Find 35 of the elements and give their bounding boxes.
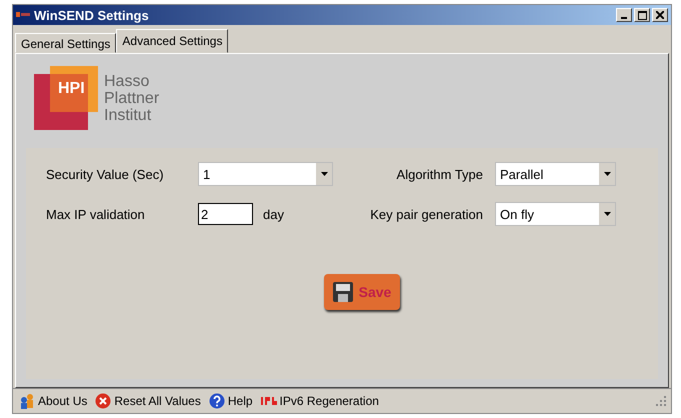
app-icon: [16, 11, 30, 19]
field-label: Key pair generation: [370, 206, 483, 222]
logo-text: Hasso: [104, 72, 150, 90]
dropdown[interactable]: 1: [198, 162, 333, 186]
field-label: Algorithm Type: [396, 166, 483, 182]
network-badge-icon: [260, 396, 277, 406]
close-button[interactable]: [652, 8, 668, 22]
tab[interactable]: Advanced Settings: [116, 29, 228, 53]
status-link[interactable]: Reset All Values: [93, 393, 203, 409]
dropdown-arrow-icon: [604, 212, 610, 216]
field-label: Security Value (Sec): [46, 166, 165, 182]
close-circle-icon: [95, 393, 112, 409]
people-icon: [19, 393, 35, 409]
input-field[interactable]: 2: [198, 203, 253, 225]
dropdown-arrow-icon: [320, 172, 328, 176]
status-link[interactable]: About Us: [17, 393, 90, 409]
resize-grip-icon: [655, 395, 667, 407]
logo-mark-icon: [34, 66, 98, 130]
window-title: WinSEND Settings: [34, 8, 150, 22]
status-link[interactable]: IPv6 Regeneration: [258, 394, 381, 408]
maximize-button[interactable]: [634, 8, 650, 22]
logo-text: Plattner: [104, 90, 160, 106]
status-link[interactable]: Help: [206, 393, 255, 409]
logo-mark-text: HPI: [58, 80, 85, 98]
close-icon: [656, 11, 664, 19]
logo-text: Institut: [104, 106, 152, 124]
dropdown-arrow-icon: [604, 172, 610, 176]
help-icon: [208, 393, 225, 409]
unit-label: day: [263, 206, 284, 222]
dropdown[interactable]: Parallel: [495, 162, 616, 186]
dropdown[interactable]: On fly: [495, 202, 616, 226]
maximize-icon: [638, 10, 646, 20]
tab[interactable]: General Settings: [15, 33, 116, 53]
field-label: Max IP validation: [46, 206, 146, 222]
minimize-button[interactable]: [616, 8, 632, 22]
